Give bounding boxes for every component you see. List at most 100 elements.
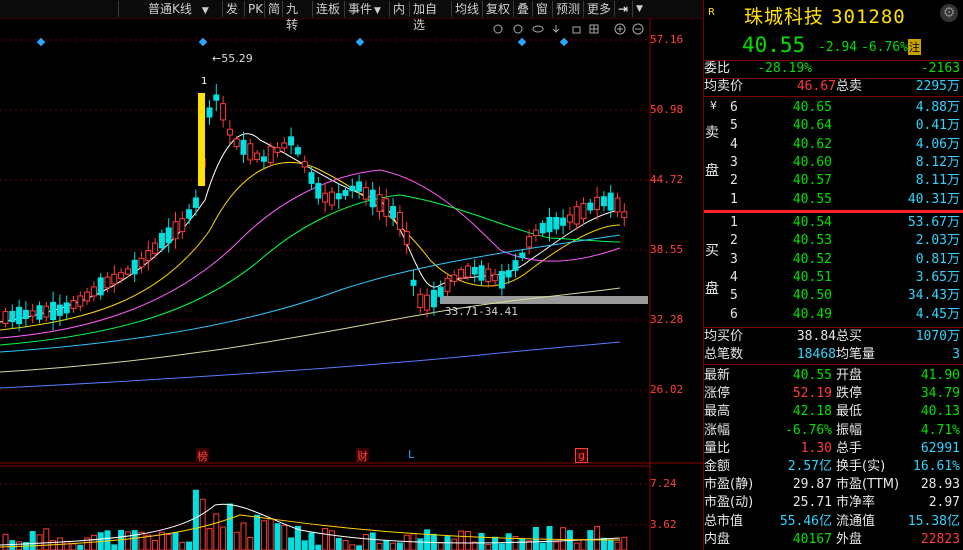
volume-bar (492, 536, 499, 550)
volume-bar (417, 538, 424, 550)
avg-buy-row: 均买价 38.84 总买 1070万 (704, 328, 963, 346)
volume-bar (349, 544, 356, 550)
stat-value: 16.61% (913, 459, 960, 474)
event-diamond-marker[interactable] (36, 37, 46, 47)
volume-bar (315, 544, 322, 550)
candle (430, 289, 437, 308)
stat-row: 最高 42.18 最低 40.13 (704, 403, 963, 421)
sell-price: 40.65 (792, 100, 832, 115)
high-price-value: 55.29 (221, 52, 253, 65)
event-diamond-marker[interactable] (198, 37, 208, 47)
stat-value: 40.55 (792, 368, 832, 383)
settings-gear-icon[interactable] (493, 24, 503, 34)
volume-bar (131, 530, 138, 550)
note-tag[interactable]: 注 (908, 39, 921, 55)
candle (36, 305, 43, 320)
event-tag-l[interactable]: L (408, 448, 414, 461)
refresh-icon[interactable] (513, 24, 523, 34)
event-diamond-marker[interactable] (559, 37, 569, 47)
total-buy-label: 总买 (836, 329, 863, 344)
stat-value: -6.76% (785, 422, 832, 438)
order-ratio-label: 委比 (704, 61, 731, 76)
deals-row: 总笔数 18468 均笔量 3 (704, 346, 963, 364)
candle (485, 268, 492, 282)
buy-price: 40.51 (792, 269, 832, 285)
kline-chart-area[interactable]: 普通K线 ▼ 发 PK 简 九转 连板 事件 ▼ 内 加自选 均线 复权 叠 窗 预… (0, 0, 703, 550)
candle (192, 197, 199, 208)
stat-row: 量比 1.30 总手 62991 (704, 440, 963, 458)
settings-gear-icon[interactable]: ⚙ (940, 4, 958, 22)
stat-label: 涨幅 (704, 422, 731, 438)
candle (118, 272, 125, 280)
candle (301, 161, 308, 168)
high-price-marker: ←55.29 (212, 52, 253, 65)
stat-value: 42.18 (792, 404, 832, 420)
volume-bar (267, 518, 274, 550)
candle (600, 196, 607, 207)
event-diamond-marker[interactable] (355, 37, 365, 47)
volume-bar (288, 537, 295, 550)
stat-value: 25.71 (792, 495, 832, 511)
volume-bar (206, 527, 213, 550)
grid-icon[interactable] (589, 24, 599, 34)
candle (56, 304, 63, 316)
event-diamond-marker[interactable] (517, 37, 527, 47)
candle (124, 268, 131, 275)
candle (621, 211, 628, 219)
stat-value: 2.97 (928, 495, 960, 511)
sell-volume: 0.41万 (915, 118, 960, 134)
stat-row: 市盈(静) 29.87 市盈(TTM) 28.93 (704, 476, 963, 494)
event-tag-finance[interactable]: 财 (356, 448, 369, 464)
candle (512, 260, 519, 271)
sell-level: 3 (730, 154, 738, 170)
deals-label: 总笔数 (704, 347, 744, 362)
lock-icon[interactable] (572, 26, 581, 34)
event-tag-list[interactable]: 榜 (196, 448, 209, 464)
candle (131, 259, 138, 275)
candle (104, 276, 111, 289)
buy-price: 40.50 (792, 288, 832, 304)
stat-label: 量比 (704, 440, 731, 456)
download-icon[interactable] (552, 25, 560, 33)
total-sell-value: 2295万 (915, 79, 960, 94)
candle (152, 242, 159, 254)
volume-bar (607, 539, 614, 550)
limit-up-candle (198, 93, 205, 186)
candle (254, 152, 261, 161)
order-ratio-value: -28.19% (757, 61, 812, 76)
volume-bar (274, 523, 281, 550)
volume-bar (498, 543, 505, 550)
candle (546, 217, 553, 233)
candle (179, 218, 186, 233)
volume-bar (403, 534, 410, 550)
stat-label: 最低 (836, 404, 863, 420)
candle (566, 214, 573, 223)
candle (587, 202, 594, 211)
eye-icon[interactable] (532, 25, 544, 33)
stat-row: 最新 40.55 开盘 41.90 (704, 367, 963, 385)
avg-sell-label: 均卖价 (704, 79, 744, 94)
candle (186, 209, 193, 219)
candle (519, 252, 526, 258)
event-tag-g[interactable]: g (575, 448, 588, 463)
avg-buy-value: 38.84 (796, 329, 836, 344)
candle (213, 94, 220, 101)
stat-label: 市盈(动) (704, 495, 754, 511)
price-axis-label: 44.72 (650, 173, 684, 186)
candle (206, 107, 213, 118)
buy-level: 5 (730, 288, 738, 304)
volume-bar (594, 526, 601, 550)
candle (369, 189, 376, 208)
sell-level: 5 (730, 118, 738, 134)
sell-price: 40.57 (792, 173, 832, 189)
stat-row: 总市值 55.46亿 流通值 15.38亿 (704, 513, 963, 531)
volume-bar (254, 514, 261, 550)
stat-value: 29.87 (792, 477, 832, 493)
candle (16, 306, 23, 325)
candle (84, 291, 91, 302)
candle (471, 266, 478, 275)
volume-bar (458, 530, 465, 550)
r-badge: R (708, 7, 715, 18)
price-change: -2.94 (818, 40, 858, 55)
volume-axis-label: 3.62 (650, 518, 677, 531)
